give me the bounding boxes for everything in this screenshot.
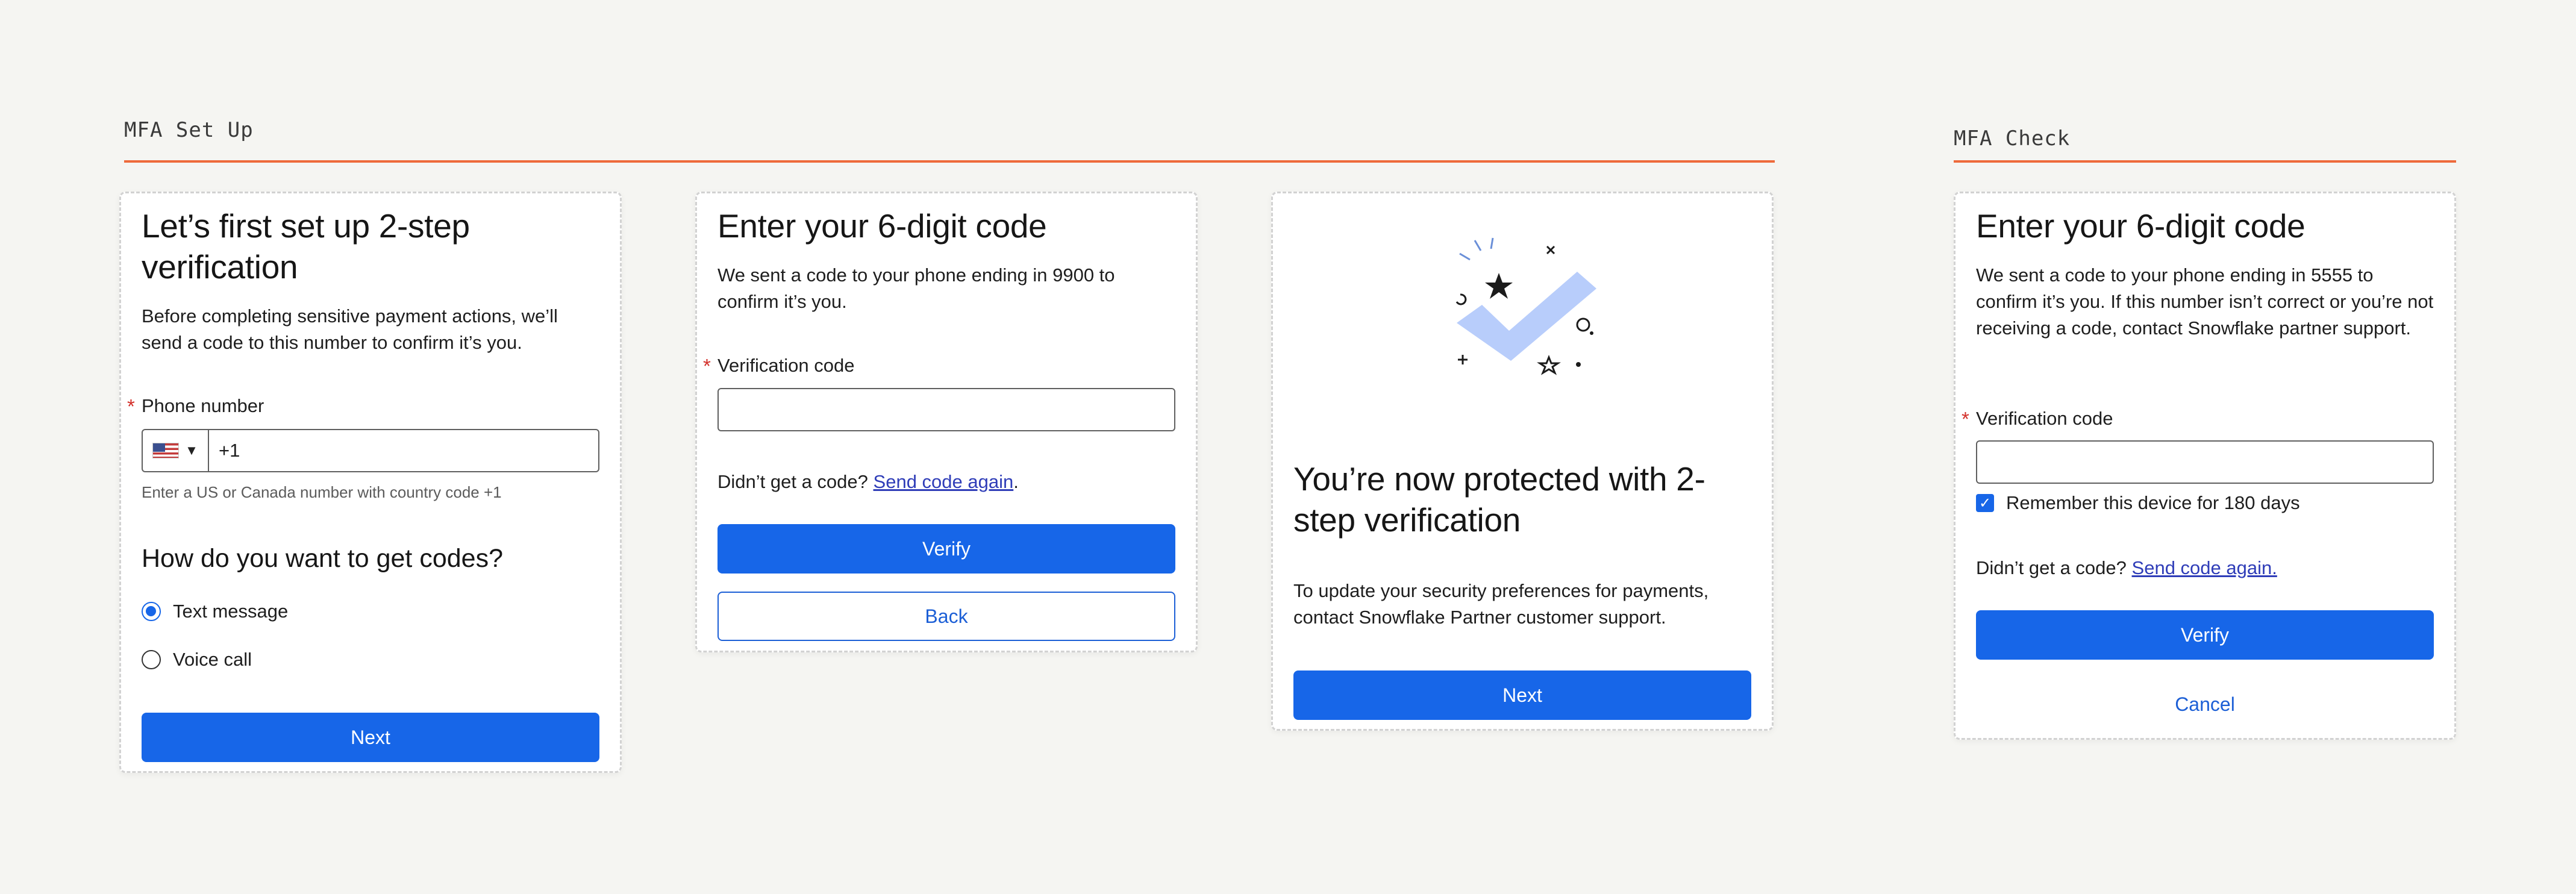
option-text-message[interactable]: Text message (142, 601, 288, 622)
check-code-label-wrap: * Verification code (1962, 408, 2113, 430)
canvas: MFA Set Up MFA Check Let’s first set up … (0, 0, 2576, 894)
send-code-again-link[interactable]: Send code again (874, 471, 1014, 492)
required-marker: * (1962, 408, 1969, 430)
resend-prompt: Didn’t get a code? (717, 471, 868, 492)
check-send-code-again-link[interactable]: Send code again. (2132, 557, 2277, 578)
back-button[interactable]: Back (717, 592, 1175, 641)
phone-hint: Enter a US or Canada number with country… (142, 483, 502, 501)
code-label: Verification code (717, 355, 855, 376)
verify-button[interactable]: Verify (717, 524, 1175, 574)
option-text-label: Text message (173, 601, 289, 622)
verification-code-input[interactable] (717, 388, 1175, 431)
resend-line: Didn’t get a code? Send code again. (717, 469, 1019, 495)
check-title: Enter your 6-digit code (1976, 207, 2306, 245)
success-title: You’re now protected with 2-step verific… (1293, 460, 1705, 539)
country-selector[interactable]: ▼ (143, 430, 209, 471)
us-flag-icon (152, 443, 180, 458)
check-resend-prompt: Didn’t get a code? (1976, 557, 2127, 578)
option-voice-call[interactable]: Voice call (142, 649, 252, 670)
phone-label-wrap: * Phone number (127, 395, 264, 417)
code-description: We sent a code to your phone ending in 9… (717, 264, 1115, 312)
code-title: Enter your 6-digit code (717, 207, 1047, 245)
mfa-check-card: Enter your 6-digit code We sent a code t… (1954, 192, 2456, 740)
checkbox-checked-icon[interactable]: ✓ (1976, 494, 1994, 512)
success-description: To update your security preferences for … (1293, 580, 1709, 628)
success-next-button[interactable]: Next (1293, 670, 1751, 720)
section-label-check: MFA Check (1954, 127, 2071, 151)
resend-suffix: . (1013, 471, 1019, 492)
remember-device-option[interactable]: ✓ Remember this device for 180 days (1976, 492, 2300, 514)
setup-card: Let’s first set up 2-step verification B… (119, 192, 622, 773)
code-entry-card: Enter your 6-digit code We sent a code t… (695, 192, 1198, 652)
required-marker: * (703, 355, 711, 377)
setup-description: Before completing sensitive payment acti… (142, 305, 558, 353)
check-code-label: Verification code (1976, 408, 2113, 429)
phone-value: +1 (219, 440, 240, 461)
section-label-setup: MFA Set Up (124, 118, 254, 142)
required-marker: * (127, 395, 135, 417)
check-verify-button[interactable]: Verify (1976, 610, 2434, 660)
cancel-button[interactable]: Cancel (1976, 686, 2434, 722)
next-button[interactable]: Next (142, 713, 599, 762)
code-label-wrap: * Verification code (703, 355, 855, 377)
checkmark-illustration (1455, 237, 1596, 375)
success-card: You’re now protected with 2-step verific… (1271, 192, 1774, 731)
phone-label: Phone number (142, 395, 264, 416)
radio-unselected[interactable] (142, 650, 161, 669)
option-voice-label: Voice call (173, 649, 252, 670)
check-verification-code-input[interactable] (1976, 440, 2434, 484)
radio-selected[interactable] (142, 602, 161, 621)
check-description: We sent a code to your phone ending in 5… (1976, 264, 2434, 339)
section-rule-setup (124, 160, 1775, 163)
check-resend-line: Didn’t get a code? Send code again. (1976, 555, 2277, 581)
remember-label: Remember this device for 180 days (2006, 492, 2300, 513)
codes-heading: How do you want to get codes? (142, 544, 503, 573)
section-rule-check (1954, 160, 2456, 163)
caret-down-icon: ▼ (185, 443, 198, 458)
phone-number-input[interactable]: ▼ +1 (142, 429, 599, 472)
setup-title: Let’s first set up 2-step verification (142, 207, 470, 286)
